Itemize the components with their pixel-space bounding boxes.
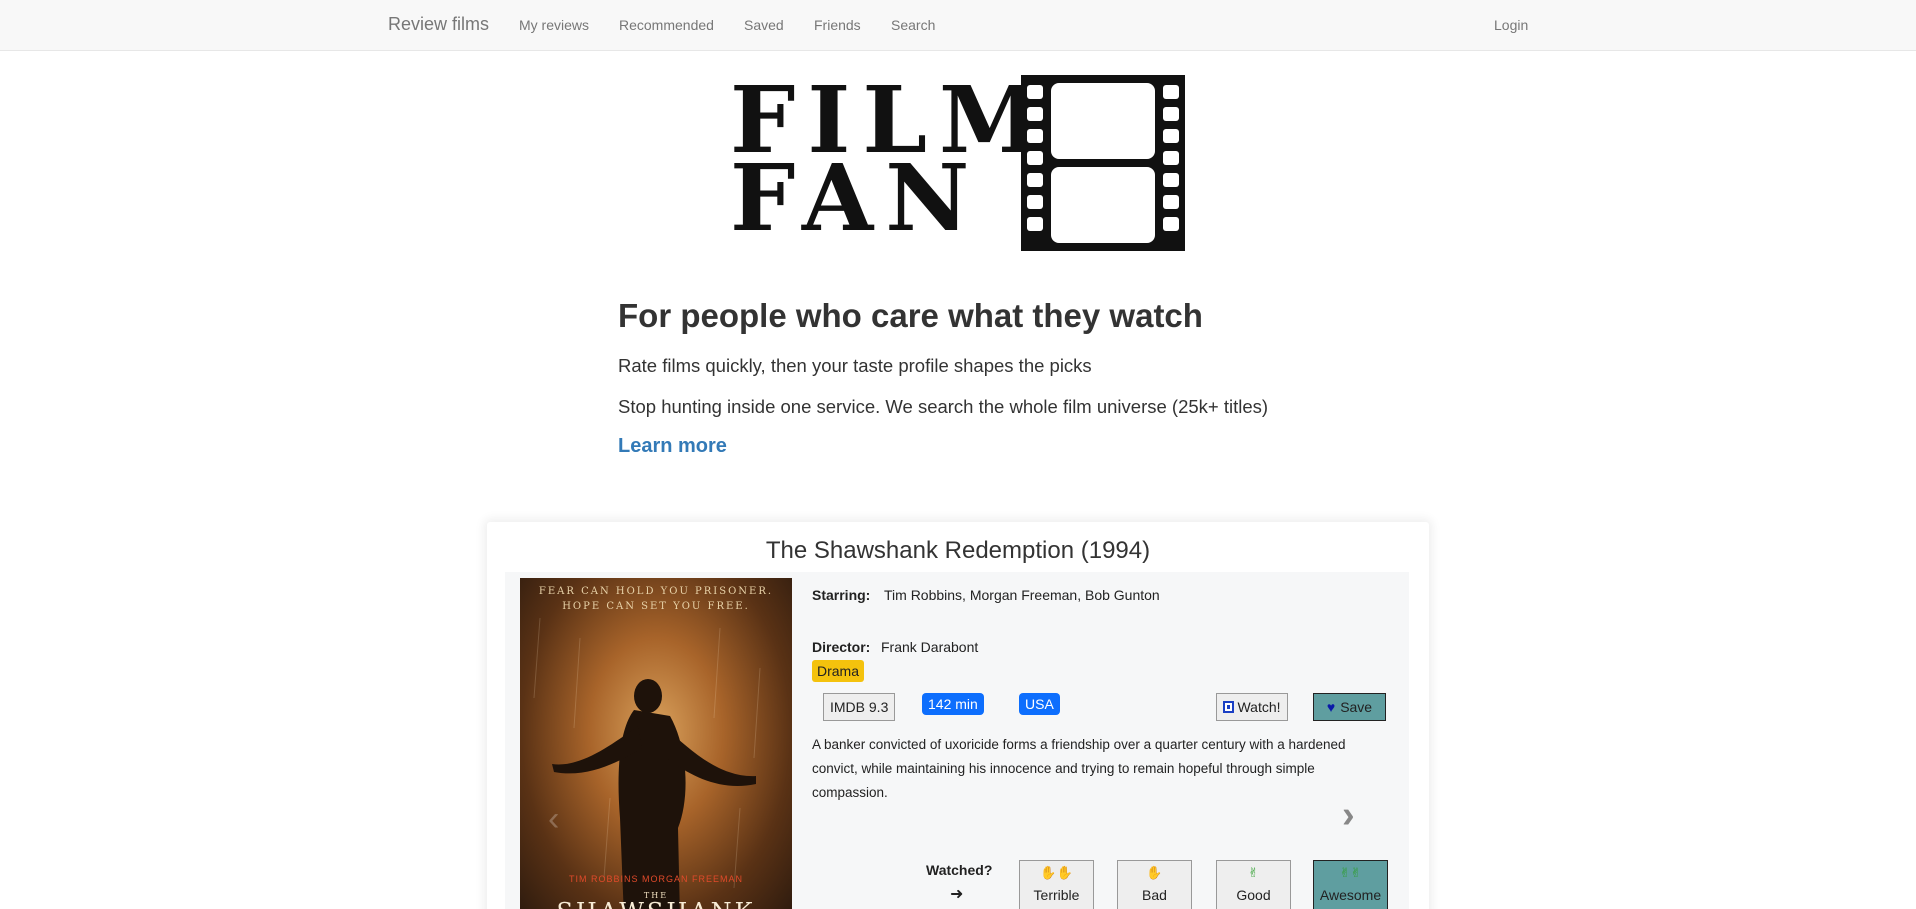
navbar: Review films My reviews Recommended Save… [0,0,1916,51]
rate-awesome-button[interactable]: ✌✌ Awesome [1313,860,1388,909]
hero-tagline-2: Stop hunting inside one service. We sear… [618,396,1269,417]
starring-value: Tim Robbins, Morgan Freeman, Bob Gunton [884,587,1160,603]
nav-brand[interactable]: Review films [388,14,489,35]
country-badge: USA [1019,693,1060,715]
film-title: The Shawshank Redemption (1994) [765,537,1151,564]
watch-button-label: Watch! [1237,699,1281,715]
film-poster: FEAR CAN HOLD YOU PRISONER. HOPE CAN SET… [520,578,792,909]
save-button-label: Save [1340,699,1373,715]
film-description: A banker convicted of uxoricide forms a … [812,737,1346,800]
rate-good-button[interactable]: ✌ Good [1216,860,1291,909]
imdb-rating-badge: IMDB 9.3 [823,693,896,721]
save-button[interactable]: ♥ Save [1313,693,1386,721]
chevron-right-icon[interactable]: › [1342,794,1355,837]
thumbs-up-icon: ✌ [1248,865,1259,880]
nav-saved[interactable]: Saved [744,17,784,33]
chevron-left-icon[interactable]: ‹ [548,800,559,839]
site-logo: FILM FAN [730,72,1190,252]
arrow-right-icon: ➜ [950,886,964,903]
rate-terrible-label: Terrible [1033,887,1080,903]
director-label: Director: [812,639,871,655]
hero-tagline-1: Rate films quickly, then your taste prof… [618,355,1092,376]
film-icon [1223,701,1235,713]
rate-awesome-label: Awesome [1319,887,1382,903]
runtime-badge: 142 min [922,693,984,715]
learn-more-link[interactable]: Learn more [618,435,727,458]
poster-figure [533,617,761,909]
hero-title: For people who care what they watch [618,297,1203,334]
double-thumbs-down-icon: ✋✋ [1040,865,1073,880]
thumbs-down-icon: ✋ [1146,865,1163,880]
nav-search[interactable]: Search [891,17,935,33]
rate-good-label: Good [1236,887,1271,903]
nav-recommended[interactable]: Recommended [619,17,714,33]
starring-label: Starring: [812,587,871,603]
rate-bad-label: Bad [1142,887,1167,903]
double-thumbs-up-icon: ✌✌ [1339,865,1362,880]
director-value: Frank Darabont [881,639,979,655]
film-strip-icon [1021,75,1185,251]
nav-my-reviews[interactable]: My reviews [519,17,589,33]
nav-login[interactable]: Login [1494,17,1528,33]
rate-terrible-button[interactable]: ✋✋ Terrible [1019,860,1094,909]
heart-icon: ♥ [1326,699,1336,715]
nav-friends[interactable]: Friends [814,17,861,33]
rate-bad-button[interactable]: ✋ Bad [1117,860,1192,909]
watch-button[interactable]: Watch! [1216,693,1288,721]
watched-label: Watched? [926,862,993,878]
genre-badge: Drama [812,660,865,682]
poster-title: SHAWSHANK [520,898,792,909]
poster-actor-names: TIM ROBBINS MORGAN FREEMAN [568,874,743,884]
logo-line-fan: FAN [730,144,982,252]
